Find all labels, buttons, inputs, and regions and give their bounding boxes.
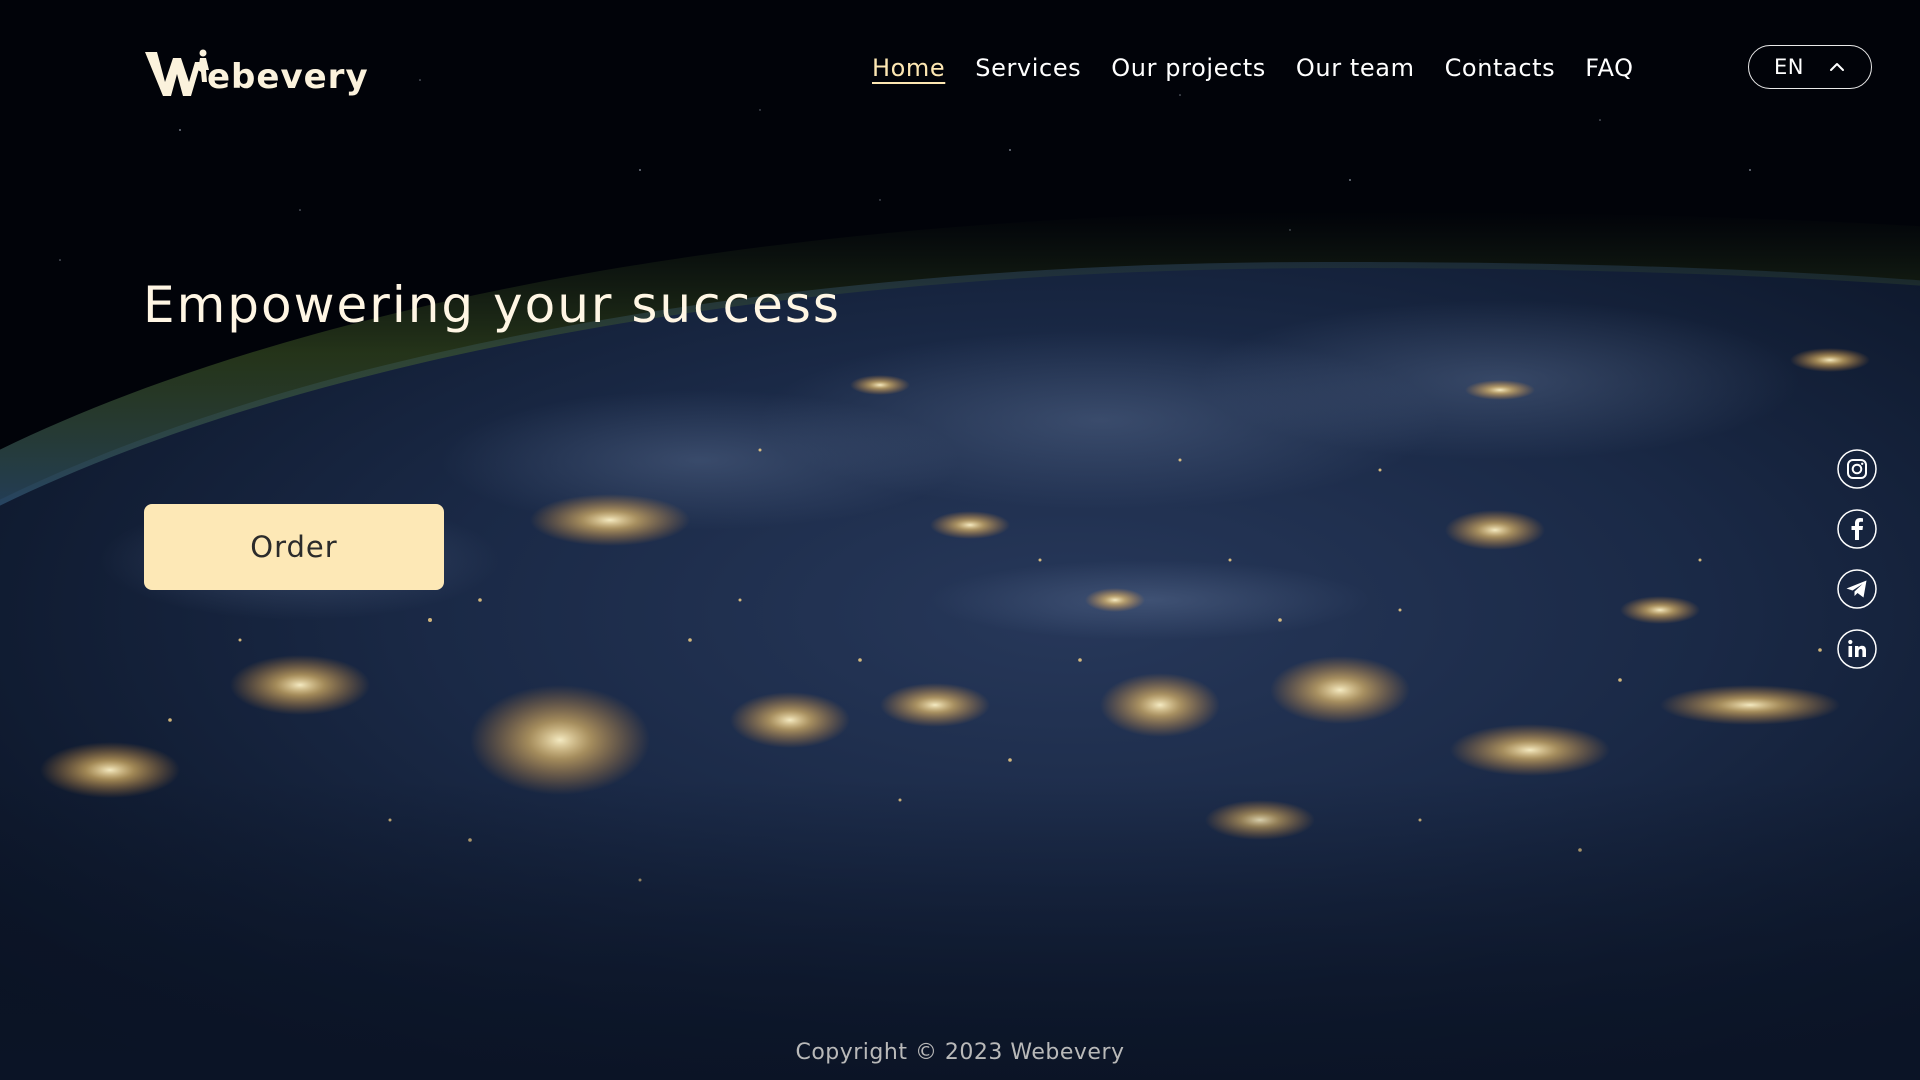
order-button[interactable]: Order (144, 504, 444, 590)
chevron-up-icon (1830, 63, 1844, 71)
social-link-instagram[interactable] (1837, 449, 1877, 489)
social-link-telegram[interactable] (1837, 569, 1877, 609)
facebook-icon (1837, 509, 1877, 549)
nav-item-contacts[interactable]: Contacts (1445, 52, 1556, 84)
logo-w-mark (145, 49, 209, 96)
language-selected: EN (1774, 55, 1804, 79)
instagram-icon (1837, 449, 1877, 489)
linkedin-icon (1837, 629, 1877, 669)
logo-text: ebevery (207, 57, 369, 97)
copyright-text: Copyright © 2023 Webevery (795, 1040, 1125, 1065)
nav-item-faq[interactable]: FAQ (1585, 52, 1633, 84)
nav-item-our-projects[interactable]: Our projects (1111, 52, 1266, 84)
nav-item-services[interactable]: Services (975, 52, 1081, 84)
social-links (1837, 449, 1877, 669)
social-link-linkedin[interactable] (1837, 629, 1877, 669)
brand-logo[interactable]: ebevery (143, 38, 369, 100)
hero-title: Empowering your success (143, 276, 841, 334)
nav-item-our-team[interactable]: Our team (1296, 52, 1415, 84)
nav-item-home[interactable]: Home (872, 52, 945, 84)
page: ebevery Home Services Our projects Our t… (0, 0, 1920, 1080)
social-link-facebook[interactable] (1837, 509, 1877, 549)
main-nav: Home Services Our projects Our team Cont… (872, 52, 1634, 84)
telegram-icon (1837, 569, 1877, 609)
language-selector[interactable]: EN (1748, 45, 1872, 89)
